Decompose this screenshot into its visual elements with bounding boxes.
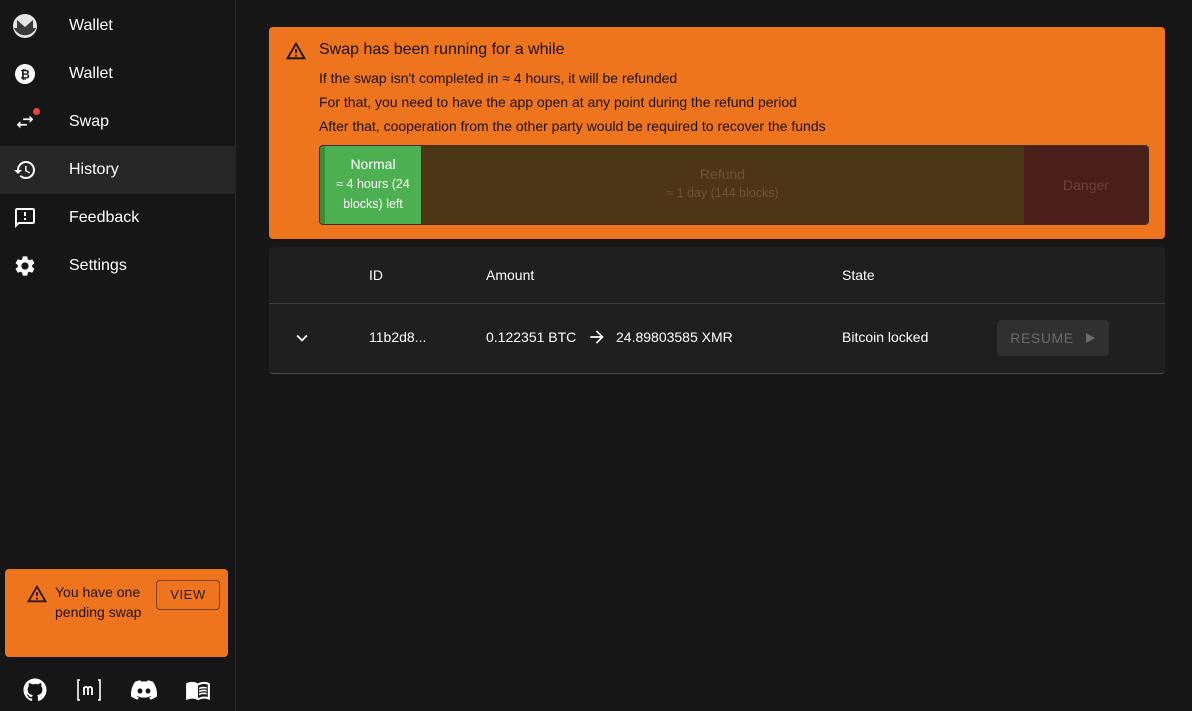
view-pending-swap-button[interactable]: VIEW: [156, 580, 220, 610]
amount-from: 0.122351 BTC: [486, 329, 577, 345]
timeline-segment-title: Danger: [1063, 177, 1109, 193]
play-icon: [1085, 333, 1095, 343]
banner-line: If the swap isn't completed in ≈ 4 hours…: [319, 70, 678, 86]
timeline-segment-refund: Refund ≈ 1 day (144 blocks): [421, 146, 1024, 224]
warning-icon: [26, 583, 48, 605]
app-root: Wallet ₿ Wallet Swap History Feedback Se…: [0, 0, 1192, 711]
resume-button[interactable]: RESUME: [997, 320, 1109, 356]
github-icon[interactable]: [22, 677, 48, 703]
sidebar: Wallet ₿ Wallet Swap History Feedback Se…: [0, 0, 236, 711]
timeline-segment-danger: Danger: [1024, 146, 1148, 224]
resume-button-label: RESUME: [1010, 330, 1074, 346]
expand-row-chevron-down-icon[interactable]: [289, 325, 315, 351]
bitcoin-icon: ₿: [13, 62, 37, 86]
history-icon: [13, 158, 37, 182]
swap-running-warning-banner: Swap has been running for a while If the…: [269, 27, 1165, 239]
svg-text:₿: ₿: [20, 68, 30, 82]
gear-icon: [13, 254, 37, 278]
sidebar-item-swap[interactable]: Swap: [0, 98, 236, 146]
matrix-icon[interactable]: [76, 677, 102, 703]
header-divider: [269, 303, 1165, 304]
banner-line: After that, cooperation from the other p…: [319, 118, 826, 134]
timeline-segment-title: Normal: [350, 156, 396, 172]
sidebar-item-label: History: [69, 161, 119, 178]
footer-links: [0, 675, 236, 705]
swap-id: 11b2d8...: [369, 329, 427, 345]
timeline-segment-subtitle: ≈ 4 hours (24 blocks) left: [336, 177, 410, 211]
pending-swap-message: You have one pending swap: [55, 584, 142, 620]
column-header-state: State: [842, 267, 875, 283]
sidebar-item-settings[interactable]: Settings: [0, 242, 236, 290]
sidebar-item-label: Swap: [69, 113, 110, 130]
sidebar-item-monero-wallet[interactable]: Wallet: [0, 2, 236, 50]
notification-dot: [33, 108, 40, 115]
sidebar-item-history[interactable]: History: [0, 146, 236, 194]
column-header-id: ID: [369, 267, 383, 283]
timeline-segment-title: Refund: [699, 166, 746, 182]
docs-book-icon[interactable]: [185, 677, 211, 703]
column-header-amount: Amount: [486, 267, 535, 283]
monero-icon: [13, 14, 37, 38]
banner-title: Swap has been running for a while: [319, 41, 565, 58]
sidebar-item-label: Wallet: [69, 17, 113, 34]
banner-line: For that, you need to have the app open …: [319, 94, 797, 110]
pending-swap-alert: You have one pending swap VIEW: [5, 569, 228, 657]
swap-timeline: Normal ≈ 4 hours (24 blocks) left Refund…: [319, 145, 1149, 225]
swap-state: Bitcoin locked: [842, 329, 929, 345]
arrow-right-icon: [587, 327, 607, 347]
timeline-segment-normal: Normal ≈ 4 hours (24 blocks) left: [320, 146, 421, 224]
warning-icon: [285, 40, 307, 62]
feedback-icon: [13, 206, 37, 230]
sidebar-item-feedback[interactable]: Feedback: [0, 194, 236, 242]
sidebar-item-label: Wallet: [69, 65, 113, 82]
sidebar-item-label: Feedback: [69, 209, 140, 226]
amount-to: 24.89803585 XMR: [616, 329, 733, 345]
swap-history-table: ID Amount State 11b2d8... 0.122351 BTC 2…: [269, 247, 1165, 374]
sidebar-item-bitcoin-wallet[interactable]: ₿ Wallet: [0, 50, 236, 98]
discord-icon[interactable]: [131, 677, 157, 703]
timeline-segment-subtitle: ≈ 1 day (144 blocks): [666, 186, 779, 200]
sidebar-item-label: Settings: [69, 257, 127, 274]
